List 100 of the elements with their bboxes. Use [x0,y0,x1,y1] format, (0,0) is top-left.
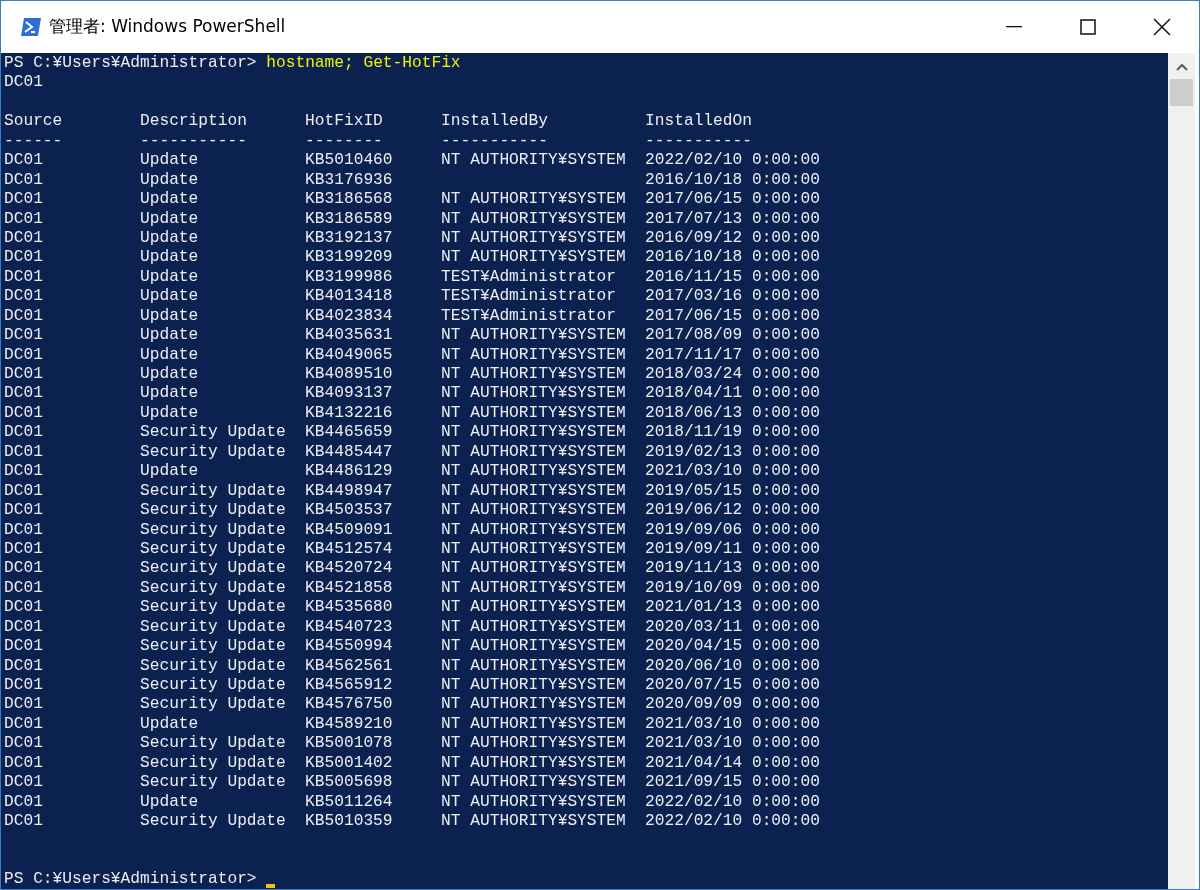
table-cell: KB4089510 [305,365,393,385]
table-cell: NT AUTHORITY¥SYSTEM [441,345,626,365]
column-header: HotFixID [305,112,383,132]
command-text: hostname; Get-HotFix [266,54,461,74]
maximize-icon [1080,19,1096,35]
table-cell: KB4535680 [305,598,393,618]
table-cell: KB4540723 [305,617,393,638]
table-cell: NT AUTHORITY¥SYSTEM [441,734,626,754]
window-title: 管理者: Windows PowerShell [49,15,286,39]
table-cell: KB3199209 [305,248,393,268]
table-cell: DC01 [4,656,43,676]
table-cell: 2021/09/15 0:00:00 [645,773,820,793]
table-cell: DC01 [4,481,43,502]
table-cell: 2017/06/15 0:00:00 [645,190,820,210]
table-cell: Security Update [140,520,286,540]
minimize-icon [1006,26,1022,28]
table-cell: KB4049065 [305,345,393,365]
table-cell: KB4503537 [305,501,393,521]
table-cell: 2018/11/19 0:00:00 [645,423,820,443]
table-cell: 2019/06/12 0:00:00 [645,501,820,521]
header-rule: ----------- [645,131,752,152]
table-cell: Security Update [140,578,286,599]
table-cell: Update [140,306,199,327]
table-cell: 2017/08/09 0:00:00 [645,326,820,346]
table-cell: Security Update [140,753,286,774]
table-cell: 2017/06/15 0:00:00 [645,306,820,327]
table-cell: NT AUTHORITY¥SYSTEM [441,559,626,579]
table-cell: NT AUTHORITY¥SYSTEM [441,462,626,482]
table-cell: 2019/02/13 0:00:00 [645,442,820,463]
table-cell: NT AUTHORITY¥SYSTEM [441,423,626,443]
table-cell: NT AUTHORITY¥SYSTEM [441,228,626,249]
table-cell: NT AUTHORITY¥SYSTEM [441,598,626,618]
header-rule: ------ [4,131,63,152]
table-cell: DC01 [4,306,43,327]
table-cell: Security Update [140,695,286,715]
table-cell: DC01 [4,442,43,463]
table-cell: Update [140,792,199,813]
table-cell: 2019/11/13 0:00:00 [645,559,820,579]
table-cell: Security Update [140,501,286,521]
table-cell: NT AUTHORITY¥SYSTEM [441,656,626,676]
table-cell: NT AUTHORITY¥SYSTEM [441,501,626,521]
table-cell: KB5001402 [305,753,393,774]
table-cell: DC01 [4,812,43,832]
table-cell: KB4509091 [305,520,393,540]
table-cell: Security Update [140,617,286,638]
table-cell: Security Update [140,559,286,579]
output-text: DC01 [4,73,43,93]
table-cell: 2021/01/13 0:00:00 [645,598,820,618]
table-cell: DC01 [4,365,43,385]
table-cell: KB3192137 [305,228,393,249]
table-cell: KB4565912 [305,676,393,696]
table-cell: 2019/10/09 0:00:00 [645,578,820,599]
table-cell: 2018/04/11 0:00:00 [645,384,820,404]
table-cell: NT AUTHORITY¥SYSTEM [441,695,626,715]
scroll-up-icon[interactable] [1175,63,1188,71]
table-cell: KB4550994 [305,637,393,657]
scrollbar-thumb[interactable] [1170,79,1193,106]
table-cell: DC01 [4,501,43,521]
table-cell: Update [140,403,199,424]
table-cell: 2020/07/15 0:00:00 [645,676,820,696]
table-cell: 2019/05/15 0:00:00 [645,481,820,502]
table-cell: DC01 [4,695,43,715]
header-rule: ----------- [441,131,548,152]
table-cell: Security Update [140,481,286,502]
table-cell: KB5010359 [305,812,393,832]
table-cell: DC01 [4,248,43,268]
table-cell: DC01 [4,190,43,210]
table-cell: NT AUTHORITY¥SYSTEM [441,637,626,657]
table-cell: KB3186589 [305,209,393,229]
header-rule: ----------- [140,131,247,152]
table-cell: 2018/03/24 0:00:00 [645,365,820,385]
table-cell: DC01 [4,559,43,579]
table-cell: DC01 [4,676,43,696]
table-cell: KB3176936 [305,170,393,191]
table-cell: KB4576750 [305,695,393,715]
table-cell: NT AUTHORITY¥SYSTEM [441,209,626,229]
table-cell: Security Update [140,442,286,463]
powershell-icon [21,18,41,36]
table-cell: DC01 [4,462,43,482]
column-header: Description [140,112,247,132]
prompt-text: PS C:¥Users¥Administrator> [4,870,257,889]
table-cell: Update [140,248,199,268]
table-cell: 2017/11/17 0:00:00 [645,345,820,365]
table-cell: NT AUTHORITY¥SYSTEM [441,578,626,599]
table-cell: Update [140,345,199,365]
table-cell: Update [140,228,199,249]
table-cell: Update [140,151,199,171]
table-cell: TEST¥Administrator [441,306,616,327]
table-cell: KB5011264 [305,792,393,813]
table-cell: KB4013418 [305,287,393,307]
table-cell: DC01 [4,734,43,754]
table-cell: DC01 [4,753,43,774]
table-cell: Update [140,365,199,385]
table-cell: 2020/09/09 0:00:00 [645,695,820,715]
table-cell: Security Update [140,734,286,754]
close-icon [1153,18,1171,36]
table-cell: DC01 [4,598,43,618]
table-cell: 2016/10/18 0:00:00 [645,248,820,268]
table-cell: KB4035631 [305,326,393,346]
table-cell: 2019/09/06 0:00:00 [645,520,820,540]
